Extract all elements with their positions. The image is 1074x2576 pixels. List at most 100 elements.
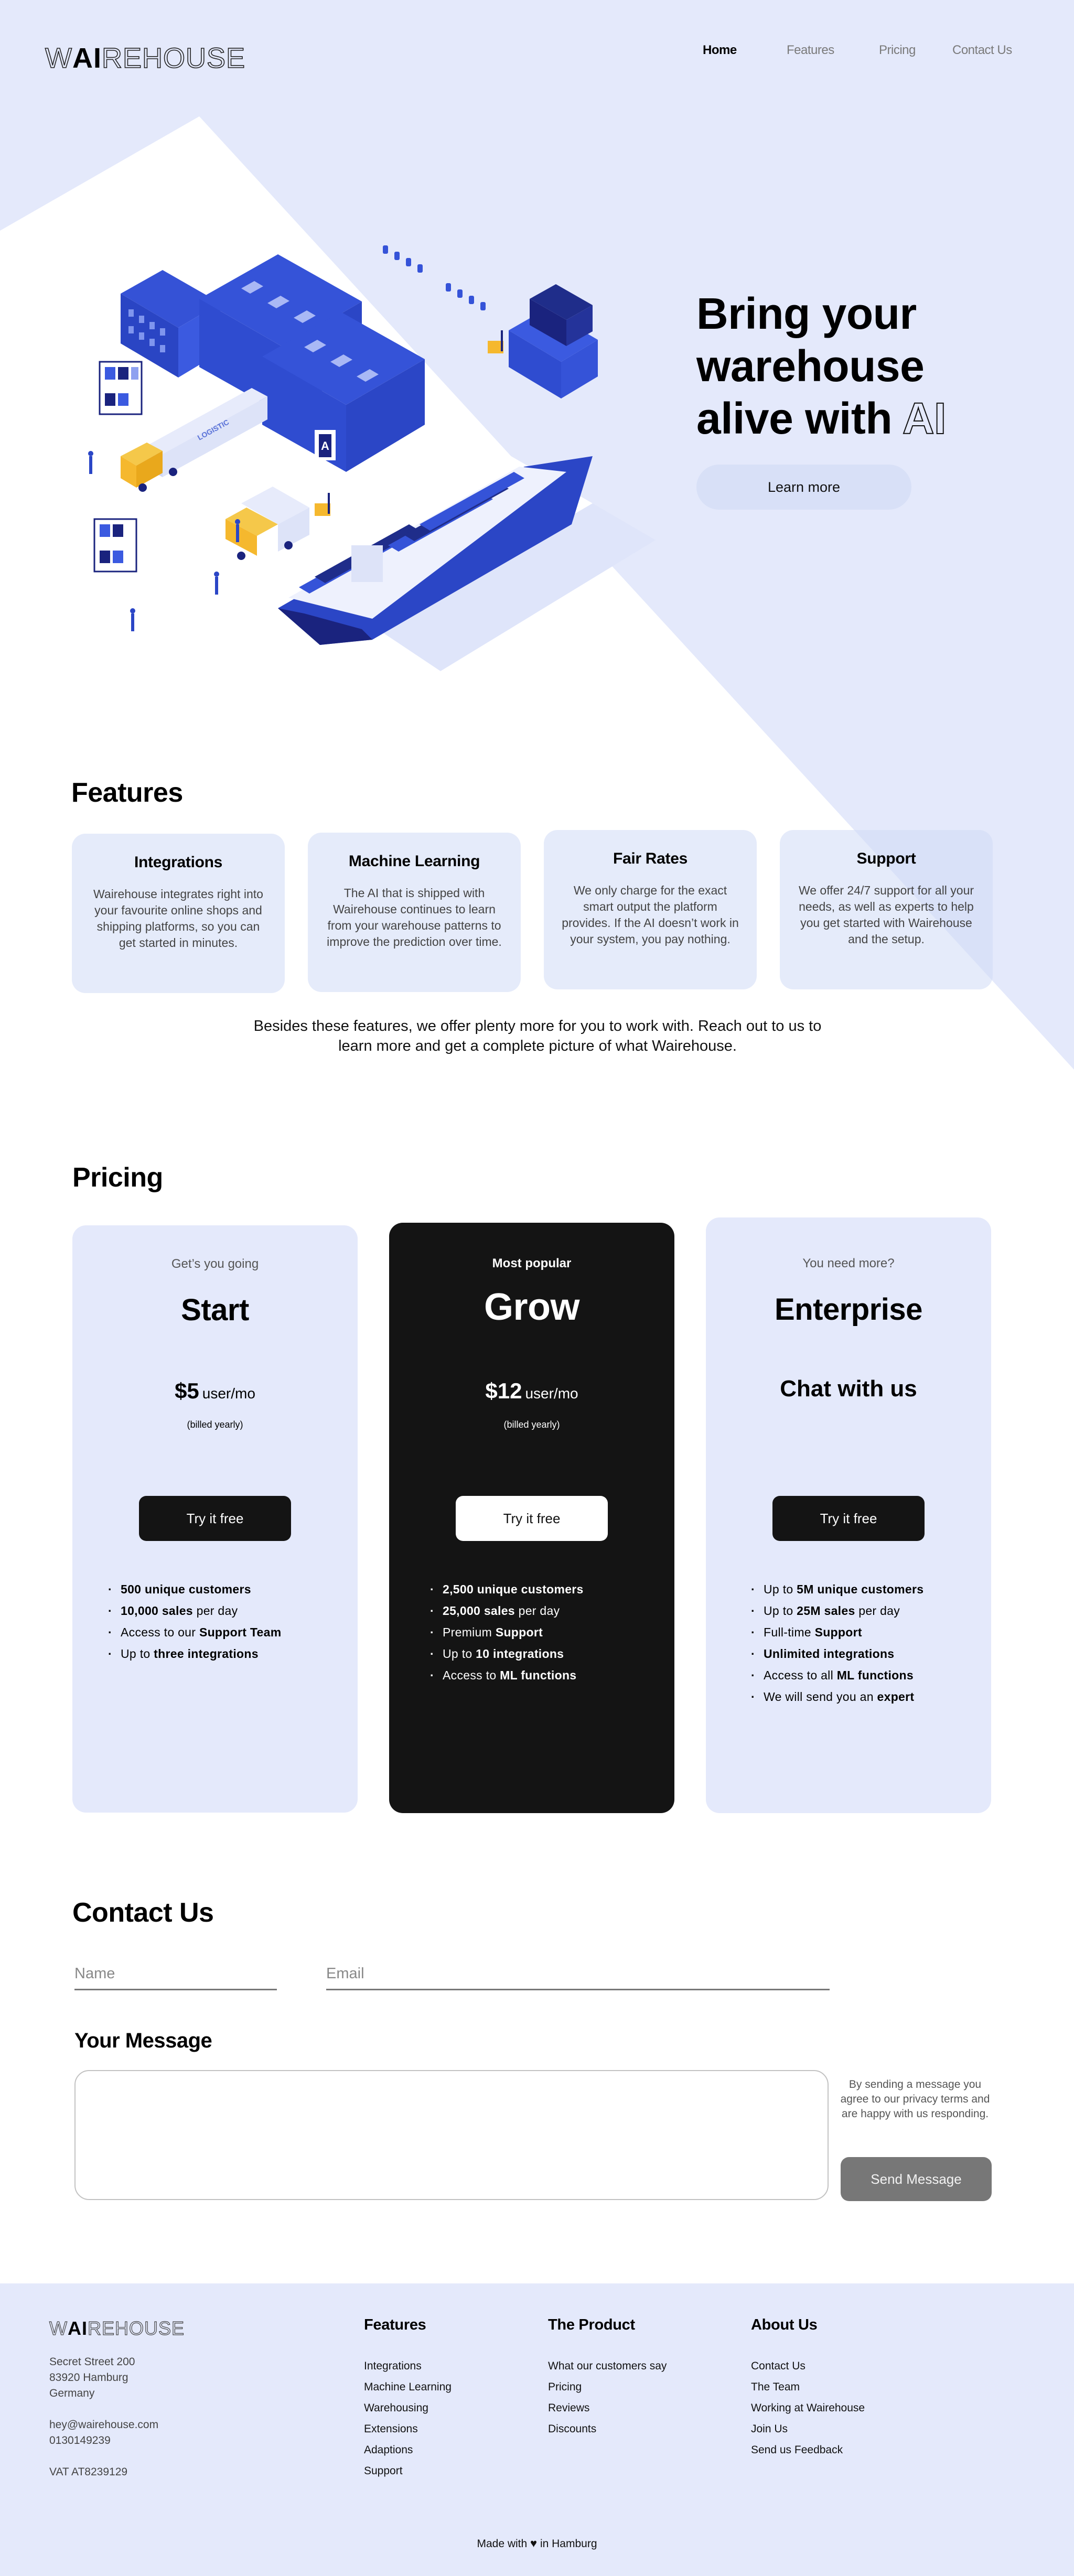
footer-link[interactable]: Adaptions	[364, 2440, 452, 2461]
footer-link[interactable]: Send us Feedback	[751, 2440, 865, 2461]
pricing-title: Pricing	[72, 1162, 163, 1193]
plan-tagline: Get’s you going	[171, 1257, 259, 1271]
feature-card-integrations: Integrations Wairehouse integrates right…	[72, 834, 285, 993]
try-free-button-enterprise[interactable]: Try it free	[772, 1496, 925, 1541]
plan-feature-item: Up to 10 integrations	[430, 1643, 584, 1665]
feature-card-text: The AI that is shipped with Wairehouse c…	[327, 886, 502, 949]
message-textarea[interactable]	[74, 2070, 829, 2200]
footer-link[interactable]: Machine Learning	[364, 2377, 452, 2398]
nav-contact-us[interactable]: Contact Us	[952, 43, 1026, 58]
plan-feature-item: Up to 5M unique customers	[751, 1579, 923, 1600]
plan-billing: (billed yearly)	[187, 1419, 243, 1430]
plan-feature-item: Access to our Support Team	[108, 1622, 281, 1643]
send-message-button[interactable]: Send Message	[841, 2157, 992, 2201]
plan-feature-item: 2,500 unique customers	[430, 1579, 584, 1600]
building-sign: A	[321, 439, 329, 452]
ai-outline-word: AI	[902, 393, 947, 444]
plan-tagline: Most popular	[492, 1256, 572, 1270]
plan-feature-item: 10,000 sales per day	[108, 1600, 281, 1622]
plan-feature-item: Full-time Support	[751, 1622, 923, 1643]
feature-card-text: We only charge for the exact smart outpu…	[562, 883, 739, 946]
footer-address: Secret Street 200 83920 Hamburg Germany	[49, 2356, 135, 2399]
plan-feature-list: 500 unique customers10,000 sales per day…	[108, 1579, 281, 1665]
footer-link-list: What our customers say Pricing Reviews Disc…	[548, 2356, 667, 2440]
plan-name: Grow	[484, 1286, 580, 1328]
footer-link[interactable]: Contact Us	[751, 2356, 865, 2377]
shipping-containers	[509, 284, 598, 398]
feature-card-title: Fair Rates	[613, 850, 688, 867]
footer-col-about: About Us Contact Us The Team Working at Wa…	[751, 2316, 865, 2461]
footer-link[interactable]: Discounts	[548, 2419, 667, 2440]
features-title: Features	[71, 778, 183, 808]
footer-link[interactable]: The Team	[751, 2377, 865, 2398]
plan-feature-item: 25,000 sales per day	[430, 1600, 584, 1622]
plan-feature-list: 2,500 unique customers25,000 sales per d…	[430, 1579, 584, 1686]
feature-card-fair-rates: Fair Rates We only charge for the exact …	[544, 830, 757, 989]
nav-features[interactable]: Features	[787, 43, 834, 58]
plan-name: Enterprise	[775, 1292, 922, 1327]
footer-phone: 0130149239	[49, 2434, 111, 2446]
feature-card-text: We offer 24/7 support for all your needs…	[798, 883, 974, 946]
plan-card-enterprise: You need more? Enterprise Chat with us T…	[706, 1217, 991, 1813]
feature-card-title: Machine Learning	[348, 853, 480, 870]
plan-card-grow: Most popular Grow $12 user/mo (billed yea…	[389, 1223, 674, 1813]
plan-feature-item: We will send you an expert	[751, 1686, 923, 1708]
footer-col-title: About Us	[751, 2316, 818, 2333]
footer-logo[interactable]: WAIREHOUSE	[49, 2319, 185, 2338]
plan-card-start: Get’s you going Start $5 user/mo (billed …	[72, 1225, 358, 1813]
learn-more-button[interactable]: Learn more	[696, 465, 911, 510]
footer-link[interactable]: Working at Wairehouse	[751, 2398, 865, 2419]
footer-email[interactable]: hey@wairehouse.com	[49, 2417, 158, 2433]
plan-price: $5 user/mo	[175, 1378, 255, 1403]
footer-link[interactable]: Pricing	[548, 2377, 667, 2398]
feature-card-title: Support	[856, 850, 916, 867]
footer-col-product: The Product What our customers say Pricin…	[548, 2316, 667, 2440]
try-free-button-grow[interactable]: Try it free	[456, 1496, 608, 1541]
email-input[interactable]	[326, 1965, 830, 1990]
hero-title: Bring your warehouse alive with AI	[696, 289, 947, 444]
nav-home[interactable]: Home	[703, 43, 737, 58]
footer-link[interactable]: Support	[364, 2461, 452, 2482]
warehouse-illustration: A LOGISTIC	[79, 245, 656, 671]
plan-feature-item: Up to 25M sales per day	[751, 1600, 923, 1622]
plan-feature-item: Unlimited integrations	[751, 1643, 923, 1665]
plan-name: Start	[181, 1293, 249, 1327]
feature-card-support: Support We offer 24/7 support for all yo…	[780, 830, 993, 989]
nav-pricing[interactable]: Pricing	[879, 43, 916, 58]
footer-contact: hey@wairehouse.com 0130149239	[49, 2417, 158, 2449]
message-title: Your Message	[74, 2029, 212, 2052]
footer-link-list: Contact Us The Team Working at Wairehouse J…	[751, 2356, 865, 2461]
footer-link[interactable]: Integrations	[364, 2356, 452, 2377]
footer-col-title: Features	[364, 2316, 426, 2333]
plan-feature-item: 500 unique customers	[108, 1579, 281, 1600]
plan-feature-item: Up to three integrations	[108, 1643, 281, 1665]
plan-price-text: Chat with us	[780, 1376, 917, 1402]
footer-col-features: Features Integrations Machine Learning War…	[364, 2316, 452, 2482]
plan-feature-item: Premium Support	[430, 1622, 584, 1643]
footer-vat: VAT AT8239129	[49, 2466, 128, 2478]
brand-logo[interactable]: WAIREHOUSE	[45, 44, 245, 73]
plan-billing: (billed yearly)	[503, 1419, 560, 1430]
footer-link[interactable]: What our customers say	[548, 2356, 667, 2377]
made-with-note: Made with ♥ in Hamburg	[477, 2537, 597, 2550]
footer-link-list: Integrations Machine Learning Warehousing E…	[364, 2356, 452, 2482]
footer-link[interactable]: Join Us	[751, 2419, 865, 2440]
features-outro-text: Besides these features, we offer plenty …	[253, 1018, 822, 1054]
feature-card-text: Wairehouse integrates right into your fa…	[93, 887, 263, 950]
plan-price: $12 user/mo	[485, 1378, 578, 1403]
plan-feature-item: Access to all ML functions	[751, 1665, 923, 1686]
privacy-note: By sending a message you agree to our pr…	[840, 2078, 990, 2120]
footer-col-title: The Product	[548, 2316, 635, 2333]
name-input[interactable]	[74, 1965, 277, 1990]
plan-feature-list: Up to 5M unique customersUp to 25M sales…	[751, 1579, 923, 1708]
barrels	[383, 245, 486, 310]
plan-feature-item: Access to ML functions	[430, 1665, 584, 1686]
contact-title: Contact Us	[72, 1898, 214, 1928]
feature-card-machine-learning: Machine Learning The AI that is shipped …	[308, 833, 521, 992]
footer-link[interactable]: Extensions	[364, 2419, 452, 2440]
footer-link[interactable]: Warehousing	[364, 2398, 452, 2419]
plan-tagline: You need more?	[802, 1256, 895, 1270]
feature-card-title: Integrations	[134, 854, 223, 871]
try-free-button-start[interactable]: Try it free	[139, 1496, 291, 1541]
footer-link[interactable]: Reviews	[548, 2398, 667, 2419]
